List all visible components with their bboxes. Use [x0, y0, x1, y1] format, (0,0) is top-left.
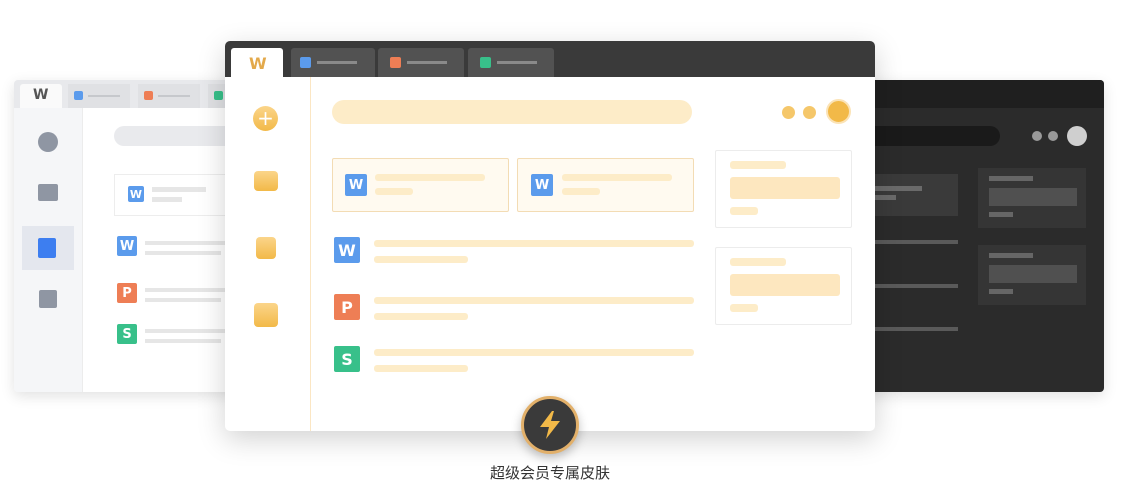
avatar[interactable]: [826, 99, 851, 124]
tab-ppt[interactable]: [138, 84, 200, 108]
tab-ppt[interactable]: [378, 48, 464, 77]
dot-icon[interactable]: [1048, 131, 1058, 141]
doc-title-placeholder: [152, 187, 206, 192]
folder-icon[interactable]: [254, 171, 278, 191]
dot-icon[interactable]: [803, 106, 816, 119]
dark-skin-window-preview: [850, 80, 1104, 392]
doc-meta-placeholder: [874, 195, 896, 200]
doc-title-placeholder: [874, 186, 922, 191]
avatar[interactable]: [1067, 126, 1087, 146]
side-card[interactable]: [715, 247, 852, 325]
super-member-skin-window-preview: W + W W W P S: [225, 41, 875, 431]
spreadsheet-doc-icon: [214, 91, 223, 100]
card-block: [730, 274, 840, 296]
ppt-doc-icon: P: [117, 283, 137, 303]
calendar-check-icon[interactable]: [39, 290, 57, 308]
list-item[interactable]: W: [334, 237, 694, 265]
title-bar: [850, 80, 1104, 108]
card-line: [989, 176, 1033, 181]
word-doc-icon: W: [128, 186, 144, 202]
folder-icon[interactable]: [38, 184, 58, 201]
tab-title: [317, 61, 357, 64]
dot-icon[interactable]: [782, 106, 795, 119]
list-item[interactable]: P: [334, 294, 694, 322]
wps-logo-icon: W: [33, 87, 49, 103]
word-doc-icon: W: [531, 174, 553, 196]
tab-home[interactable]: W: [231, 48, 283, 77]
recent-doc-card[interactable]: W: [332, 158, 509, 212]
ppt-doc-icon: P: [334, 294, 360, 320]
tab-word[interactable]: [68, 84, 130, 108]
sidebar-item-docs-selected[interactable]: [22, 226, 74, 270]
light-skin-window-preview: W W W P S: [14, 80, 254, 392]
item-line: [145, 251, 221, 255]
word-doc-icon: [74, 91, 83, 100]
card-line: [730, 161, 786, 169]
doc-meta-placeholder: [152, 197, 182, 202]
skin-caption: 超级会员专属皮肤: [489, 464, 610, 482]
word-doc-icon: W: [345, 174, 367, 196]
list-item[interactable]: S: [334, 346, 694, 374]
calendar-check-icon[interactable]: [254, 303, 278, 327]
word-doc-icon: [300, 57, 311, 68]
card-block: [989, 188, 1077, 206]
item-line: [374, 240, 694, 247]
card-line: [730, 207, 758, 215]
ppt-doc-icon: [390, 57, 401, 68]
card-line: [730, 258, 786, 266]
spreadsheet-doc-icon: S: [334, 346, 360, 372]
item-line: [374, 256, 468, 263]
super-member-badge: [521, 396, 579, 454]
document-icon[interactable]: [256, 237, 276, 259]
doc-meta-placeholder: [375, 188, 413, 195]
tab-title: [88, 95, 120, 97]
sidebar: [14, 108, 83, 392]
tab-bar: W: [225, 41, 875, 77]
lightning-bolt-icon: [540, 411, 560, 439]
card-line: [989, 289, 1013, 294]
word-doc-icon: W: [117, 236, 137, 256]
tab-title: [407, 61, 447, 64]
dot-icon[interactable]: [1032, 131, 1042, 141]
item-line: [145, 339, 221, 343]
add-icon[interactable]: [38, 132, 58, 152]
card-block: [730, 177, 840, 199]
side-card[interactable]: [715, 150, 852, 228]
card-line: [989, 212, 1013, 217]
wps-logo-icon: W: [249, 54, 267, 73]
card-line: [730, 304, 758, 312]
item-line: [145, 298, 221, 302]
word-doc-icon: W: [334, 237, 360, 263]
item-line: [374, 349, 694, 356]
add-icon[interactable]: +: [253, 106, 278, 131]
item-line: [374, 365, 468, 372]
item-line: [374, 313, 468, 320]
tab-title: [497, 61, 537, 64]
doc-title-placeholder: [375, 174, 485, 181]
tab-sheet[interactable]: [468, 48, 554, 77]
document-icon: [38, 238, 56, 258]
search-bar[interactable]: [332, 100, 692, 124]
doc-title-placeholder: [562, 174, 672, 181]
spreadsheet-doc-icon: S: [117, 324, 137, 344]
tab-bar: W: [14, 80, 254, 108]
side-card[interactable]: [978, 168, 1086, 228]
card-block: [989, 265, 1077, 283]
card-line: [989, 253, 1033, 258]
sidebar: +: [225, 77, 311, 431]
ppt-doc-icon: [144, 91, 153, 100]
tab-title: [158, 95, 190, 97]
doc-meta-placeholder: [562, 188, 600, 195]
spreadsheet-doc-icon: [480, 57, 491, 68]
item-line: [374, 297, 694, 304]
side-card[interactable]: [978, 245, 1086, 305]
tab-home[interactable]: W: [20, 84, 62, 108]
recent-doc-card[interactable]: W: [517, 158, 694, 212]
tab-word[interactable]: [291, 48, 375, 77]
